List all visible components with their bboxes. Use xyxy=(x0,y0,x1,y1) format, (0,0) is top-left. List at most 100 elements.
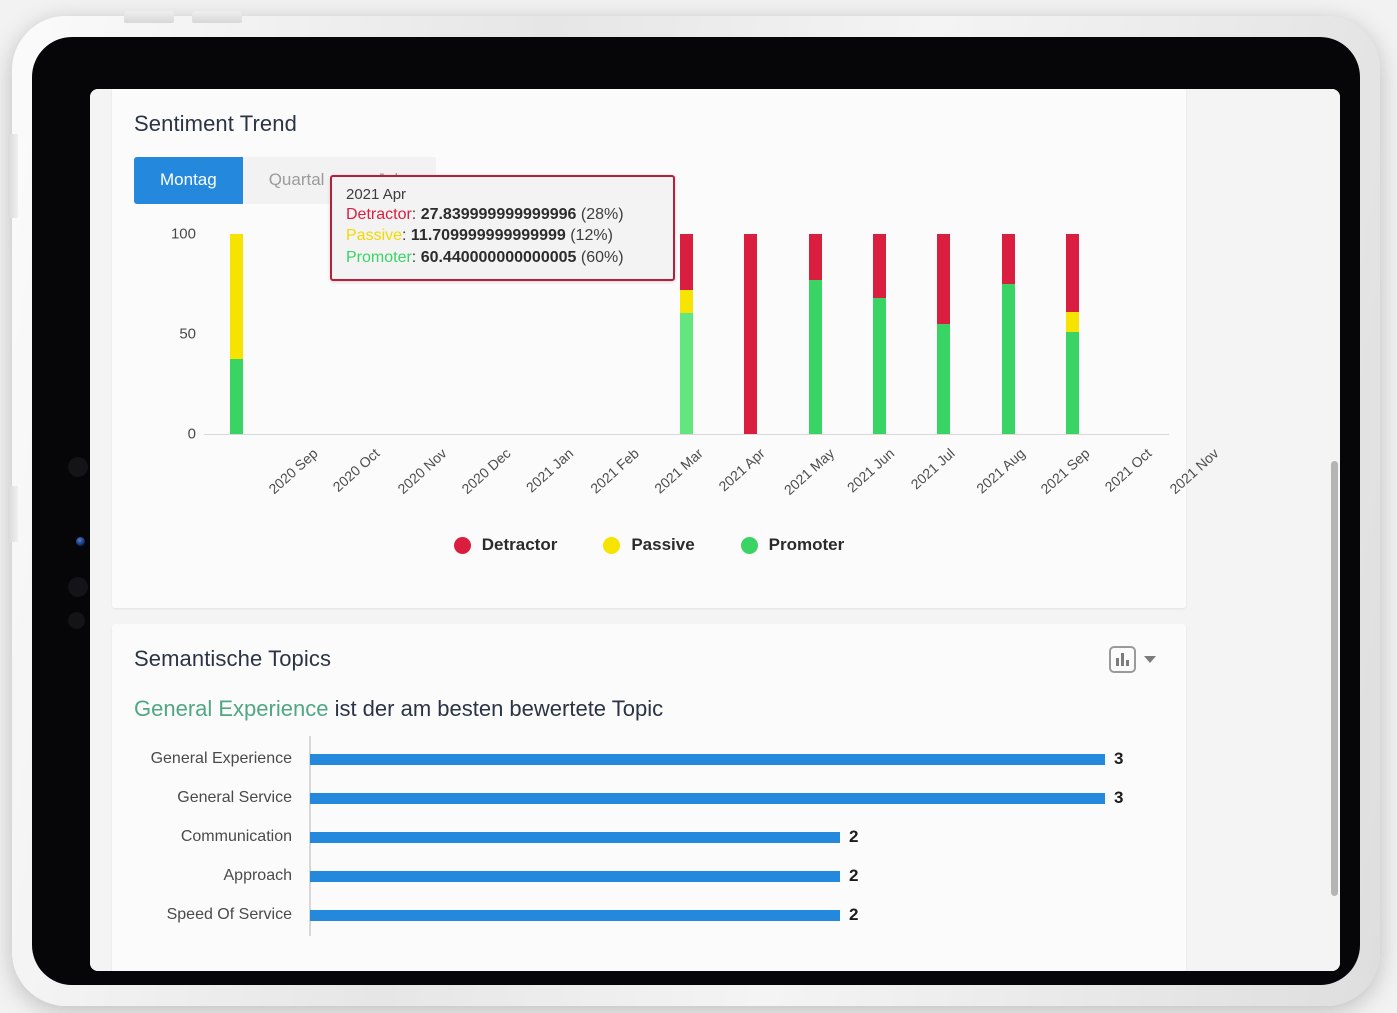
y-axis-labels: 0 50 100 xyxy=(120,226,196,443)
bar-2021-jun[interactable] xyxy=(808,234,822,434)
front-camera-icon xyxy=(76,537,85,546)
topic-bar xyxy=(310,792,1105,804)
legend-item-passive[interactable]: Passive xyxy=(603,535,695,555)
topic-row[interactable]: Speed Of Service 2 xyxy=(134,900,1164,930)
segment-passive xyxy=(229,234,243,359)
segment-promoter xyxy=(937,324,951,434)
side-button[interactable] xyxy=(8,486,18,542)
volume-up-button[interactable] xyxy=(124,11,174,23)
volume-down-button[interactable] xyxy=(192,11,242,23)
topic-bar xyxy=(310,870,840,882)
segment-promoter xyxy=(229,359,243,434)
tooltip-row-passive: Passive: 11.709999999999999 (12%) xyxy=(346,227,613,245)
segment-detractor xyxy=(1001,234,1015,284)
x-axis-tick: 2021 Nov xyxy=(1166,445,1222,497)
segment-detractor xyxy=(808,234,822,280)
y-axis-tick: 50 xyxy=(179,325,196,343)
topic-bar xyxy=(310,909,840,921)
bar-2021-may[interactable] xyxy=(744,234,758,434)
topic-value-label: 2 xyxy=(849,866,859,885)
tooltip-date: 2021 Apr xyxy=(346,186,407,203)
page-title: Sentiment Trend xyxy=(134,111,297,136)
x-axis-tick: 2021 Jun xyxy=(843,445,898,496)
topic-value-label: 3 xyxy=(1114,788,1124,807)
segment-promoter xyxy=(873,298,886,434)
tooltip-key-detractor: Detractor xyxy=(346,206,412,223)
topic-row[interactable]: General Service 3 xyxy=(134,783,1164,813)
tab-montag[interactable]: Montag xyxy=(134,157,243,204)
tooltip-percent-passive: (12%) xyxy=(570,227,613,245)
segment-detractor xyxy=(744,234,758,434)
sentiment-tooltip: 2021 Apr Detractor: 27.839999999999996 (… xyxy=(330,175,675,281)
topic-bar xyxy=(310,753,1105,765)
sensor-dot-icon xyxy=(68,457,88,477)
bar-2020-sep[interactable] xyxy=(229,234,243,434)
topics-headline-highlight: General Experience xyxy=(134,696,329,721)
x-axis-tick: 2021 Oct xyxy=(1101,445,1155,495)
semantic-topics-chart: General Experience 3 General Service 3 Commu… xyxy=(134,736,1164,954)
topic-row[interactable]: General Experience 3 xyxy=(134,744,1164,774)
topic-label: Communication xyxy=(180,828,292,845)
topic-row[interactable]: Communication 2 xyxy=(134,822,1164,852)
tooltip-percent-detractor: (28%) xyxy=(580,206,624,223)
bar-2021-sep[interactable] xyxy=(1001,234,1015,434)
tooltip-value-detractor: 27.839999999999996 xyxy=(420,206,577,223)
legend-item-promoter[interactable]: Promoter xyxy=(740,535,845,555)
dashboard-page: Sentiment Trend Montag Quartal Jahr 0501… xyxy=(90,89,1340,971)
segment-passive xyxy=(1066,312,1079,332)
scrollbar-thumb[interactable] xyxy=(1331,461,1338,896)
x-axis-tick: 2021 Jan xyxy=(522,445,576,496)
topic-value-label: 2 xyxy=(849,827,859,846)
legend-label: Passive xyxy=(631,535,695,554)
sensor-dot-icon xyxy=(68,612,85,629)
semantic-topics-card: Semantische Topics General Experience is… xyxy=(112,624,1186,971)
tooltip-percent-promoter: (60%) xyxy=(580,248,624,266)
tooltip-row-promoter: Promoter: 60.440000000000005 (60%) xyxy=(346,248,624,266)
sentiment-trend-card: Sentiment Trend Montag Quartal Jahr 0501… xyxy=(112,89,1222,608)
topic-bar xyxy=(310,831,840,843)
tooltip-key-promoter: Promoter xyxy=(346,248,412,266)
topic-label: Approach xyxy=(223,867,293,884)
x-axis-tick: 2021 Sep xyxy=(1037,445,1093,498)
segment-detractor xyxy=(937,234,951,324)
topic-row[interactable]: Approach 2 xyxy=(134,861,1164,891)
segment-detractor xyxy=(680,234,693,290)
bar-2021-aug[interactable] xyxy=(937,234,951,434)
x-axis-tick: 2020 Nov xyxy=(394,445,450,497)
legend-label: Detractor xyxy=(481,535,558,554)
x-axis-tick: 2021 Feb xyxy=(587,445,642,497)
legend-dot-icon xyxy=(740,536,758,554)
x-axis-labels: 2020 Sep 2020 Oct 2020 Nov 2020 Dec 2021 Jan… xyxy=(204,441,1222,521)
y-axis-tick: 0 xyxy=(187,425,196,443)
x-axis-tick: 2021 Jul xyxy=(907,445,958,493)
x-axis-tick: 2021 Apr xyxy=(714,445,768,495)
device-bezel: Sentiment Trend Montag Quartal Jahr 0501… xyxy=(32,37,1360,985)
tablet-device-frame: Sentiment Trend Montag Quartal Jahr 0501… xyxy=(8,11,1380,1006)
tablet-screen: Sentiment Trend Montag Quartal Jahr 0501… xyxy=(90,89,1340,971)
topic-label: Speed Of Service xyxy=(166,906,292,923)
power-button[interactable] xyxy=(8,134,18,218)
tooltip-row-detractor: Detractor: 27.839999999999996 (28%) xyxy=(346,206,624,223)
legend-label: Promoter xyxy=(768,535,845,554)
tooltip-key-passive: Passive xyxy=(346,227,403,245)
chart-type-dropdown[interactable] xyxy=(1109,646,1156,673)
bar-2021-jul[interactable] xyxy=(873,234,886,434)
topic-value-label: 2 xyxy=(849,905,859,924)
topic-label: General Experience xyxy=(150,750,292,767)
segment-detractor xyxy=(1066,234,1079,312)
x-axis-tick: 2021 Mar xyxy=(651,445,707,497)
segment-promoter xyxy=(680,313,693,434)
x-axis-tick: 2020 Sep xyxy=(265,445,321,498)
tooltip-value-passive: 11.709999999999999 xyxy=(410,227,566,245)
page-scrollbar[interactable] xyxy=(1330,89,1340,971)
legend-item-detractor[interactable]: Detractor xyxy=(453,535,558,555)
bar-2021-apr[interactable] xyxy=(680,234,693,434)
chevron-down-icon[interactable] xyxy=(1144,656,1156,663)
bar-chart-icon xyxy=(1109,646,1136,673)
topics-headline-rest: ist der am besten bewertete Topic xyxy=(328,696,664,721)
segment-passive xyxy=(680,289,693,314)
y-axis-tick: 100 xyxy=(170,225,196,243)
bar-2021-oct[interactable] xyxy=(1066,234,1079,434)
segment-detractor xyxy=(873,234,886,298)
segment-promoter xyxy=(1001,284,1015,434)
